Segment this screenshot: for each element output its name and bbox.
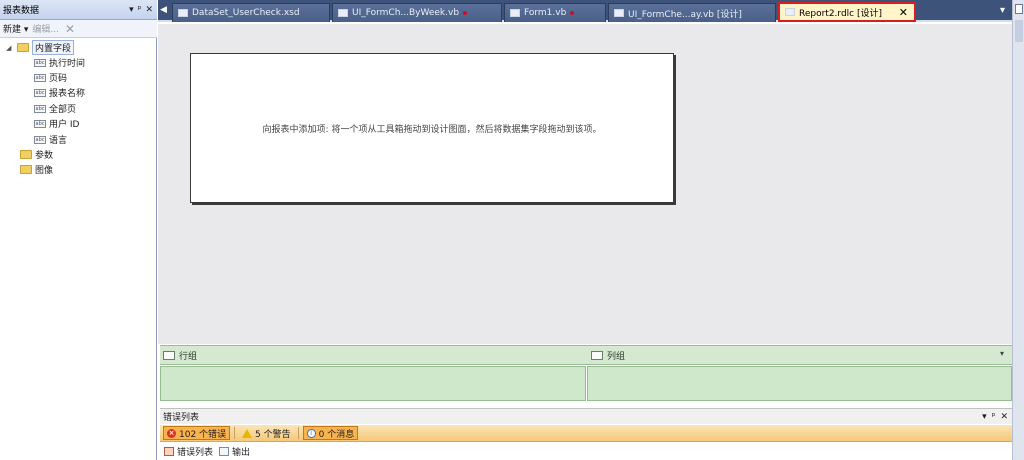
tree-field-label: 页码 xyxy=(49,74,68,84)
tab-label: DataSet_UserCheck.xsd xyxy=(192,8,300,18)
tab-report2-rdlc-design[interactable]: Report2.rdlc [设计] ✕ xyxy=(778,2,916,22)
field-icon: abc xyxy=(34,73,46,82)
grouping-dropdown-icon[interactable]: ▾ xyxy=(1000,349,1004,358)
row-groups-icon xyxy=(163,350,175,360)
side-panel-tab[interactable] xyxy=(1015,20,1023,42)
modified-dot-icon xyxy=(570,11,575,15)
report-body-hint: 向报表中添加项: 将一个项从工具箱拖动到设计图面，然后将数据集字段拖动到该项。 xyxy=(262,124,602,135)
tab-close-icon[interactable]: ✕ xyxy=(899,6,908,19)
tab-error-list[interactable]: 错误列表 xyxy=(164,445,213,458)
tab-label: UI_FormCh...ByWeek.vb xyxy=(352,8,460,18)
field-icon: abc xyxy=(34,88,46,97)
tree-field-label: 用户 ID xyxy=(49,120,80,130)
errors-count: 102 个错误 xyxy=(179,429,227,440)
report-data-panel-header: 报表数据 ▾ ᵖ ✕ xyxy=(0,0,157,20)
tab-label: Form1.vb xyxy=(524,8,567,18)
tab-output[interactable]: 输出 xyxy=(219,445,250,458)
tree-node-label: 内置字段 xyxy=(32,40,75,55)
report-data-panel-title: 报表数据 xyxy=(3,6,40,16)
warnings-filter-button[interactable]: 5 个警告 xyxy=(239,426,294,440)
report-file-icon xyxy=(785,8,795,16)
tab-label: UI_FormChe...ay.vb [设计] xyxy=(628,9,742,20)
column-groups-icon xyxy=(591,350,603,360)
row-groups-label: 行组 xyxy=(179,351,198,362)
new-button[interactable]: 新建 ▾ xyxy=(3,22,28,35)
panel-close-icon[interactable]: ✕ xyxy=(145,5,153,15)
tab-dataset-usercheck-xsd[interactable]: DataSet_UserCheck.xsd xyxy=(172,3,330,22)
tab-ui-formch-byweek-vb[interactable]: UI_FormCh...ByWeek.vb xyxy=(332,3,502,22)
row-groups-area[interactable] xyxy=(160,366,586,401)
field-icon: abc xyxy=(34,58,46,67)
error-list-icon xyxy=(164,447,174,456)
folder-icon xyxy=(20,165,32,174)
tree-node-label: 图像 xyxy=(35,166,54,176)
vb-file-icon xyxy=(510,9,520,17)
tree-field-label: 执行时间 xyxy=(49,59,86,69)
side-panel-tab-icon[interactable] xyxy=(1015,4,1023,14)
report-data-toolbar: 新建 ▾ 编辑... ✕ xyxy=(0,20,157,38)
vb-form-icon xyxy=(614,9,624,17)
tree-node-images[interactable]: 图像 xyxy=(20,162,53,177)
tree-field-language[interactable]: abc 语言 xyxy=(34,132,67,147)
open-folder-icon xyxy=(17,43,29,52)
edit-button[interactable]: 编辑... xyxy=(32,22,59,35)
warning-icon xyxy=(242,428,253,438)
grouping-pane-header: 行组 列组 ▾ xyxy=(160,345,1012,365)
field-icon: abc xyxy=(34,135,46,144)
field-icon: abc xyxy=(34,104,46,113)
report-body[interactable]: 向报表中添加项: 将一个项从工具箱拖动到设计图面，然后将数据集字段拖动到该项。 xyxy=(190,53,674,203)
tree-field-report-name[interactable]: abc 报表名称 xyxy=(34,85,85,100)
error-list-pin-icon[interactable]: ᵖ xyxy=(992,412,996,422)
toolbar-separator xyxy=(234,427,236,439)
tree-field-label: 语言 xyxy=(49,136,68,146)
tree-field-user-id[interactable]: abc 用户 ID xyxy=(34,116,79,131)
bottom-tool-tabs: 错误列表 输出 xyxy=(160,443,1012,460)
tree-field-page-number[interactable]: abc 页码 xyxy=(34,70,67,85)
toolbar-separator xyxy=(297,427,299,439)
column-groups-header: 列组 xyxy=(588,346,625,364)
xsd-file-icon xyxy=(178,9,188,17)
tab-form1-vb[interactable]: Form1.vb xyxy=(504,3,606,22)
tab-label: Report2.rdlc [设计] xyxy=(799,8,883,19)
error-list-dropdown-icon[interactable]: ▾ xyxy=(982,412,987,422)
tree-node-label: 参数 xyxy=(35,151,54,161)
tab-list-dropdown-icon[interactable]: ▾ xyxy=(1000,5,1005,16)
tree-node-parameters[interactable]: 参数 xyxy=(20,147,53,162)
tree-field-label: 全部页 xyxy=(49,105,77,115)
error-icon: × xyxy=(167,428,176,438)
tab-ui-formche-ay-vb-design[interactable]: UI_FormChe...ay.vb [设计] xyxy=(608,3,776,22)
error-list-header: 错误列表 ▾ ᵖ ✕ xyxy=(160,408,1012,424)
tree-field-total-pages[interactable]: abc 全部页 xyxy=(34,101,76,116)
messages-filter-button[interactable]: i 0 个消息 xyxy=(302,426,359,440)
expand-triangle-icon[interactable]: ◢ xyxy=(6,44,14,52)
tree-field-execution-time[interactable]: abc 执行时间 xyxy=(34,55,85,70)
row-groups-header: 行组 xyxy=(160,346,197,364)
info-icon: i xyxy=(306,428,316,438)
error-list-title: 错误列表 xyxy=(163,413,200,423)
error-list-close-icon[interactable]: ✕ xyxy=(1000,412,1008,422)
column-groups-label: 列组 xyxy=(607,351,626,362)
error-list-toolbar: × 102 个错误 5 个警告 i 0 个消息 xyxy=(160,425,1012,442)
tab-scroll-left-icon[interactable]: ◀ xyxy=(160,5,167,15)
modified-dot-icon xyxy=(463,11,468,15)
delete-icon[interactable]: ✕ xyxy=(65,22,75,36)
column-groups-area[interactable] xyxy=(587,366,1012,401)
tab-label: 错误列表 xyxy=(177,448,214,458)
output-icon xyxy=(219,447,230,456)
panel-pin-icon[interactable]: ᵖ xyxy=(138,5,142,15)
field-icon: abc xyxy=(34,119,46,128)
warnings-count: 5 个警告 xyxy=(255,429,291,440)
vb-file-icon xyxy=(338,9,348,17)
tree-node-builtin-fields[interactable]: ◢ 内置字段 xyxy=(6,40,75,55)
tab-label: 输出 xyxy=(232,448,251,458)
errors-filter-button[interactable]: × 102 个错误 xyxy=(163,426,231,440)
tree-field-label: 报表名称 xyxy=(49,89,86,99)
folder-icon xyxy=(20,150,32,159)
messages-count: 0 个消息 xyxy=(318,429,355,440)
right-side-panel-strip[interactable] xyxy=(1012,0,1024,460)
panel-dropdown-icon[interactable]: ▾ xyxy=(129,5,134,15)
